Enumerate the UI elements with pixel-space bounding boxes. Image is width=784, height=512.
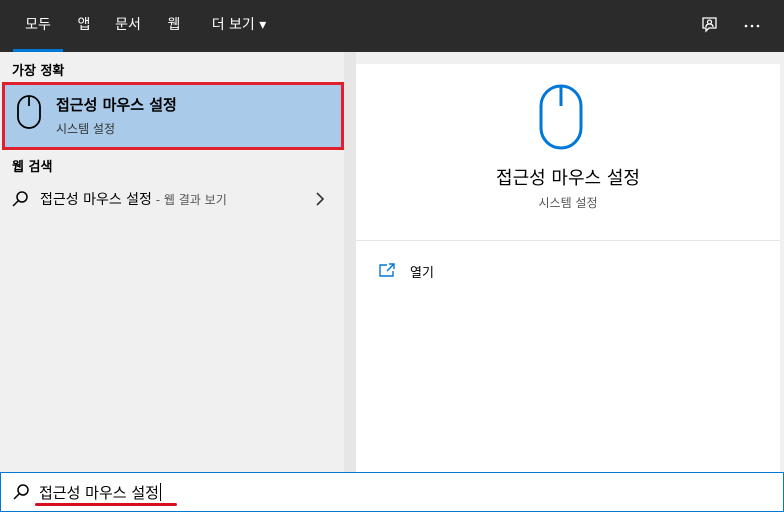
more-options-icon[interactable]: [736, 10, 768, 42]
best-match-item[interactable]: 접근성 마우스 설정 시스템 설정: [2, 82, 344, 150]
tab-web-label: 웹: [167, 17, 181, 33]
web-search-suffix: - 웹 결과 보기: [151, 193, 227, 207]
mouse-icon: [14, 94, 44, 130]
mouse-icon: [538, 84, 584, 150]
detail-subtitle: 시스템 설정: [538, 196, 598, 210]
tab-documents[interactable]: 문서: [110, 0, 146, 52]
chevron-right-icon[interactable]: [312, 190, 328, 208]
tab-apps-label: 앱: [77, 17, 91, 33]
open-icon: [378, 262, 396, 278]
web-search-query: 접근성 마우스 설정: [40, 192, 152, 208]
tab-documents-label: 문서: [115, 17, 141, 33]
detail-title: 접근성 마우스 설정: [496, 168, 640, 189]
search-icon: [11, 482, 31, 502]
open-label: 열기: [410, 266, 434, 281]
tab-all-label: 모두: [25, 17, 51, 33]
detail-divider: [356, 240, 780, 241]
feedback-icon[interactable]: [694, 10, 726, 42]
open-action[interactable]: 열기: [378, 260, 498, 284]
tab-more[interactable]: 더 보기 ▾: [206, 0, 272, 52]
best-match-heading: 가장 정확: [12, 64, 65, 79]
best-match-subtitle: 시스템 설정: [56, 122, 116, 136]
web-search-heading: 웹 검색: [12, 160, 53, 175]
tab-apps[interactable]: 앱: [72, 0, 96, 52]
tab-all[interactable]: 모두: [13, 0, 63, 52]
tab-more-label: 더 보기: [211, 17, 255, 33]
tab-web[interactable]: 웹: [162, 0, 186, 52]
detail-pane: 접근성 마우스 설정 시스템 설정 열기: [356, 64, 780, 472]
web-search-text: 접근성 마우스 설정 - 웹 결과 보기: [40, 189, 227, 209]
search-bar[interactable]: 접근성 마우스 설정: [0, 472, 784, 512]
chevron-down-icon: ▾: [259, 17, 267, 33]
best-match-title: 접근성 마우스 설정: [56, 96, 177, 114]
search-icon: [10, 189, 30, 209]
annotation-underline: [35, 503, 177, 506]
search-input[interactable]: 접근성 마우스 설정: [39, 482, 161, 503]
pane-divider: [344, 52, 356, 472]
search-input-value: 접근성 마우스 설정: [39, 484, 159, 502]
text-caret: [159, 483, 161, 501]
top-tab-bar: 모두 앱 문서 웹 더 보기 ▾: [0, 0, 784, 52]
web-search-result[interactable]: 접근성 마우스 설정 - 웹 결과 보기: [0, 184, 344, 214]
